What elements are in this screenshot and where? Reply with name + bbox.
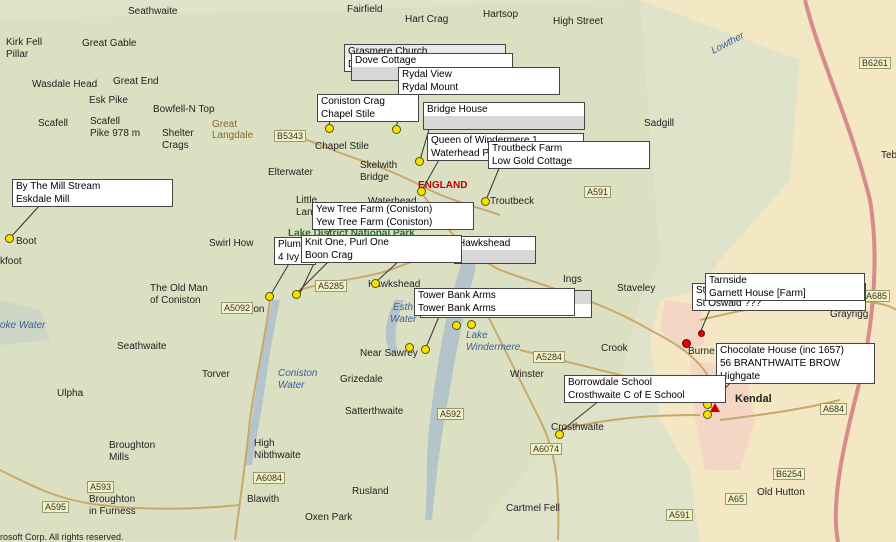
callout-line: Boon Crag [305,250,353,261]
location-callout[interactable]: Troutbeck Farm Low Gold Cottage [488,141,650,169]
callout-line: Low Gold Cottage [492,156,573,167]
map-canvas[interactable]: Seathwaite Kirk Fell Pillar Great Gable … [0,0,896,542]
location-callout[interactable]: Tarnside Garnett House [Farm] [705,273,865,301]
callout-line: Chocolate House (inc 1657) [720,345,844,356]
location-callout[interactable]: Hawkshead [454,236,536,264]
callout-line: Hawkshead [458,238,511,249]
callout-line: Borrowdale School [568,377,652,388]
callout-line: Tower Bank Arms [418,290,496,301]
callout-line: 56 BRANTHWAITE BROW [720,358,841,369]
location-marker[interactable] [710,403,720,412]
location-callout[interactable]: Knit One, Purl One Boon Crag [301,235,462,263]
callout-line: Eskdale Mill [16,194,70,205]
location-callout[interactable]: Yew Tree Farm (Coniston) Yew Tree Farm (… [312,202,474,230]
callout-line: Rydal View [402,69,452,80]
callout-line: Tower Bank Arms [418,303,496,314]
location-pin[interactable] [417,187,426,196]
callout-line [424,116,584,129]
location-callout[interactable]: Chocolate House (inc 1657) 56 BRANTHWAIT… [716,343,875,384]
location-pin[interactable] [452,321,461,330]
location-callout[interactable]: Tower Bank Arms Tower Bank Arms [414,288,575,316]
location-pin[interactable] [481,197,490,206]
callout-line: Yew Tree Farm (Coniston) [316,204,433,215]
callout-line: Yew Tree Farm (Coniston) [316,217,433,228]
location-callout[interactable]: Borrowdale School Crosthwaite C of E Sch… [564,375,726,403]
location-callout[interactable]: Bridge House [423,102,585,130]
callout-line: Knit One, Purl One [305,237,389,248]
callout-line: Highgate [720,371,761,382]
location-callout[interactable]: Coniston Crag Chapel Stile [317,94,419,122]
copyright-notice: rosoft Corp. All rights reserved. [0,532,124,542]
location-pin[interactable] [421,345,430,354]
location-pin[interactable] [392,125,401,134]
location-pin[interactable] [405,343,414,352]
callout-line: By The Mill Stream [16,181,101,192]
location-callout[interactable]: By The Mill Stream Eskdale Mill [12,179,173,207]
location-pin[interactable] [371,279,380,288]
callout-line: Coniston Crag [321,96,385,107]
callout-line: Crosthwaite C of E School [568,390,685,401]
location-pin[interactable] [265,292,274,301]
callout-line [455,250,535,263]
callout-line: Rydal Mount [402,82,459,93]
location-pin[interactable] [555,430,564,439]
callout-line: Tarnside [709,275,747,286]
callout-line: Chapel Stile [321,109,375,120]
callout-line: Garnett House [Farm] [709,288,806,299]
location-pin[interactable] [415,157,424,166]
callout-line: Dove Cottage [355,55,417,66]
location-pin[interactable] [5,234,14,243]
location-pin[interactable] [682,339,691,348]
callout-line: Troutbeck Farm [492,143,563,154]
location-pin[interactable] [292,290,301,299]
callout-line: Bridge House [427,104,488,115]
location-pin[interactable] [698,330,705,337]
location-pin[interactable] [467,320,476,329]
location-pin[interactable] [325,124,334,133]
location-callout[interactable]: Rydal View Rydal Mount [398,67,560,95]
